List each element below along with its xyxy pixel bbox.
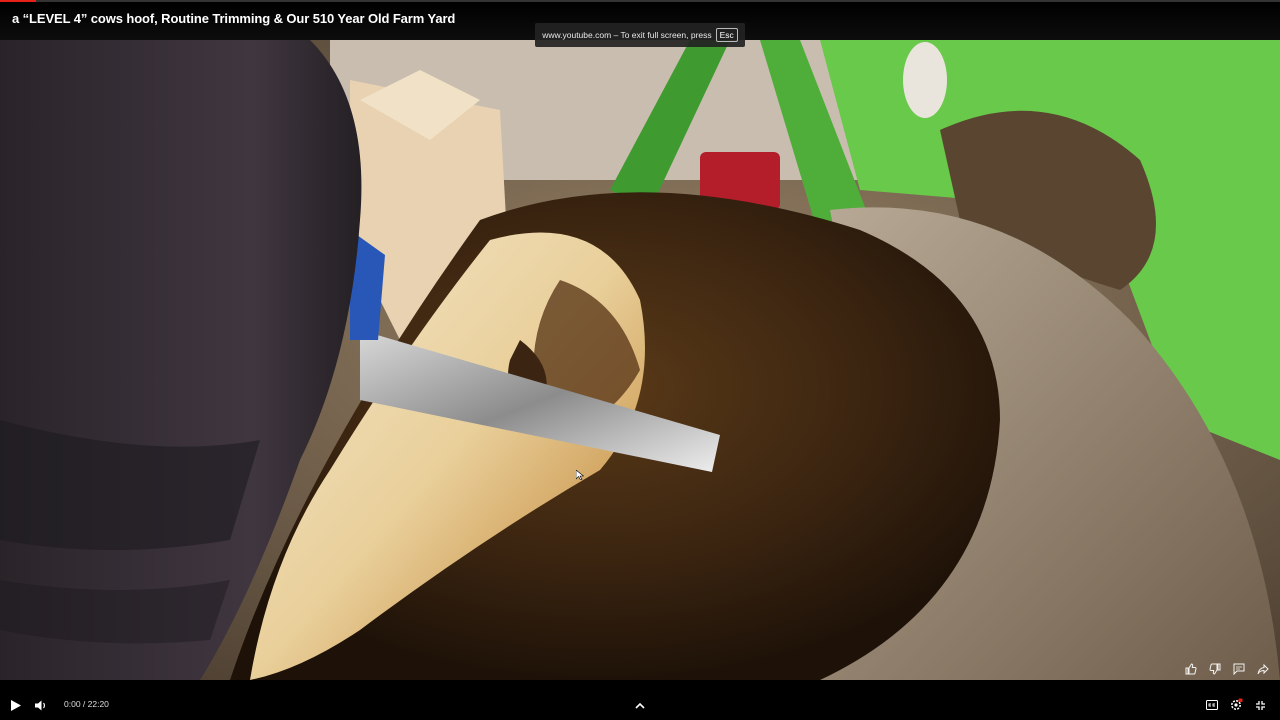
chevron-up-icon[interactable] (630, 690, 650, 720)
play-icon[interactable] (6, 690, 26, 720)
thumbs-up-icon[interactable] (1182, 660, 1200, 678)
time-total: 22:20 (87, 699, 109, 709)
fullscreen-toast-message: www.youtube.com – To exit full screen, p… (542, 30, 712, 40)
comment-icon[interactable] (1230, 660, 1248, 678)
quick-actions (1182, 660, 1272, 678)
mouse-cursor-icon (576, 470, 584, 480)
settings-icon[interactable] (1226, 690, 1246, 720)
volume-icon[interactable] (31, 690, 51, 720)
share-icon[interactable] (1254, 660, 1272, 678)
player-controls: 0:00 / 22:20 (0, 690, 1280, 720)
video-title[interactable]: a “LEVEL 4” cows hoof, Routine Trimming … (12, 11, 455, 26)
time-current: 0:00 (64, 699, 81, 709)
time-separator: / (80, 699, 88, 709)
video-still (0, 40, 1280, 680)
exit-fullscreen-icon[interactable] (1250, 690, 1270, 720)
time-display: 0:00 / 22:20 (64, 699, 109, 709)
thumbs-down-icon[interactable] (1206, 660, 1224, 678)
fullscreen-exit-toast: www.youtube.com – To exit full screen, p… (535, 23, 745, 47)
video-frame[interactable] (0, 40, 1280, 680)
esc-key-badge: Esc (715, 28, 738, 42)
captions-icon[interactable] (1202, 690, 1222, 720)
